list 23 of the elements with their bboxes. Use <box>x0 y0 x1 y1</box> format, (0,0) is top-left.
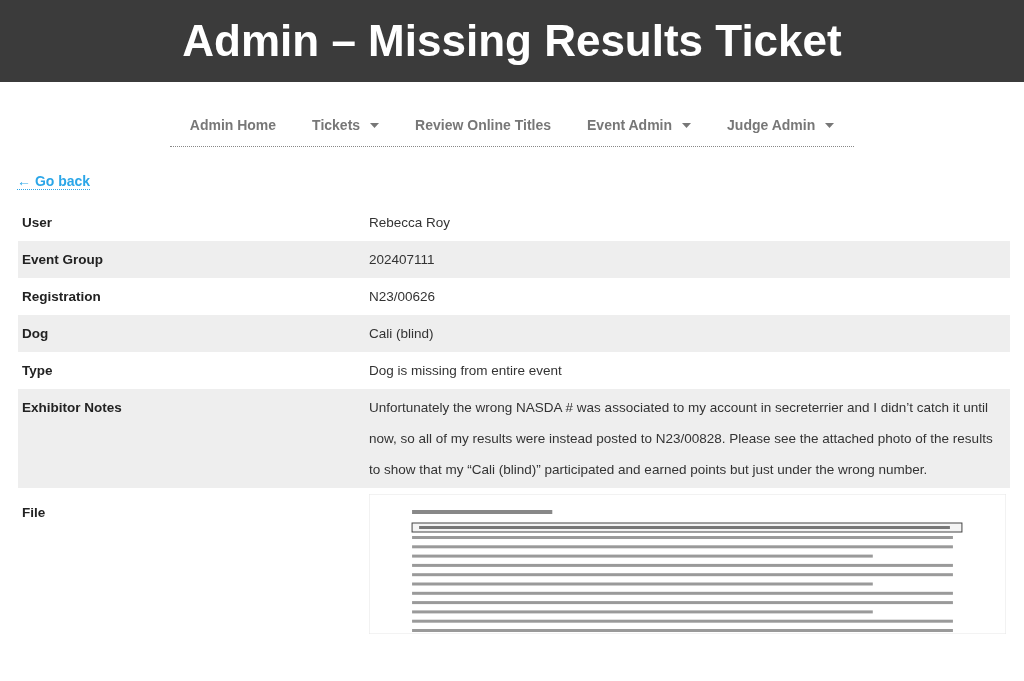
field-label: Registration <box>22 288 102 306</box>
nav-link[interactable]: Event Admin <box>569 109 710 146</box>
field-value: N23/00626 <box>369 288 437 306</box>
caret-icon <box>825 122 835 128</box>
field-value: Dog is missing from entire event <box>369 362 563 380</box>
caret-icon <box>682 122 692 128</box>
field-value: Unfortunately the wrong NASDA # was associated to my account in secreterrier and I didn’t catch it until now, so all of my results were instead posted to N23/00828. Please see the attached photo of the results to show that my “Cali (blind)” participated and earned points but just under the wrong number. <box>369 399 994 479</box>
field-value: 202407111 <box>369 251 436 269</box>
field-label: Dog <box>22 325 50 343</box>
nav-link[interactable]: Admin Home <box>171 109 295 146</box>
nav-link[interactable]: Review Online Titles <box>397 109 569 146</box>
page-title: Admin – Missing Results Ticket <box>182 16 842 66</box>
field-label: Type <box>22 362 54 380</box>
field-label: Event Group <box>22 251 104 269</box>
field-value: Rebecca Roy <box>369 214 452 232</box>
caret-icon <box>370 122 380 128</box>
field-label: Exhibitor Notes <box>22 399 123 417</box>
go-back-link[interactable]: ← Go back <box>17 173 91 190</box>
field-value: Cali (blind) <box>369 325 435 343</box>
nav-link[interactable]: Judge Admin <box>709 109 853 146</box>
field-label: File <box>22 504 47 522</box>
nav-link[interactable]: Tickets <box>294 109 398 146</box>
field-label: User <box>22 214 54 232</box>
